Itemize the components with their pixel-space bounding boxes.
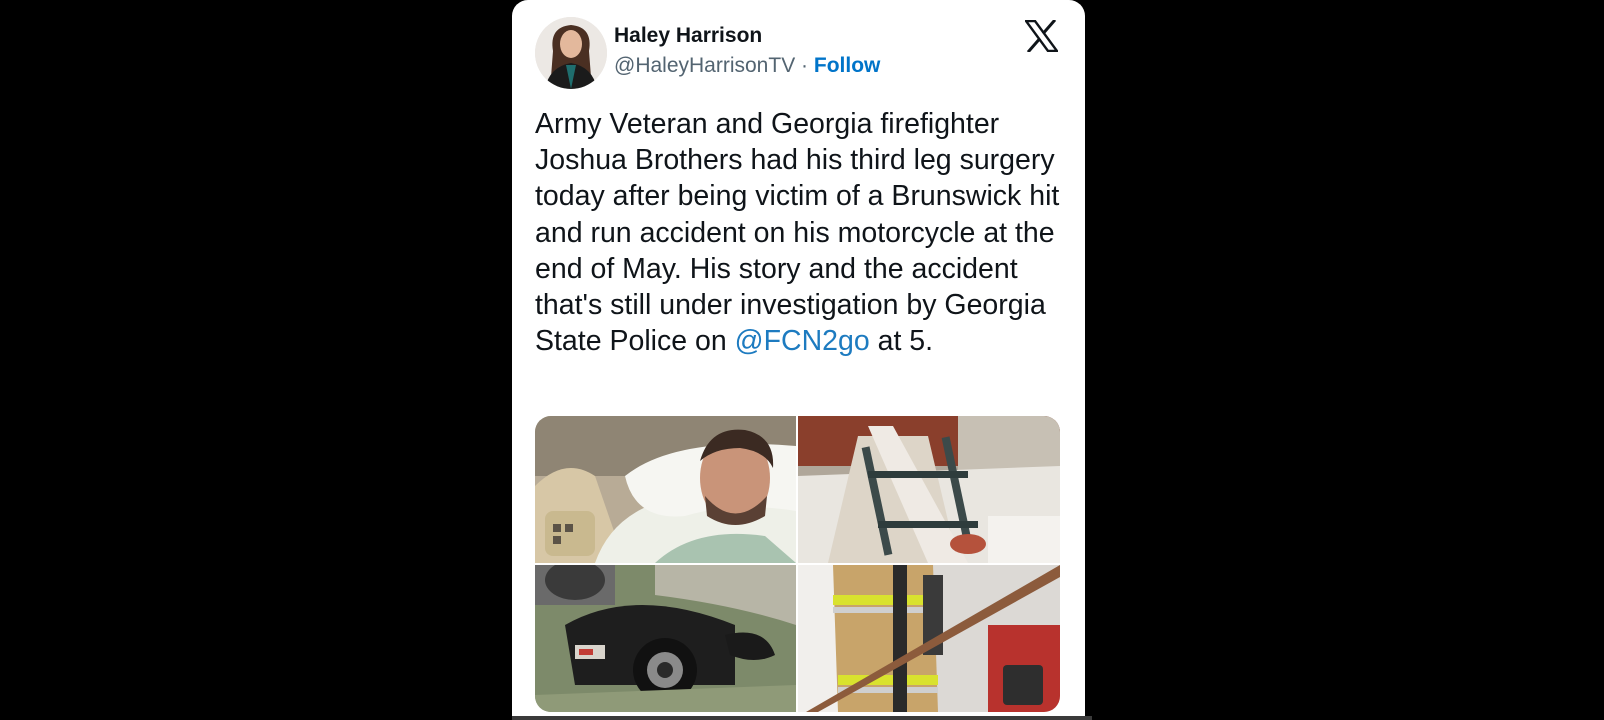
media-grid bbox=[535, 416, 1060, 712]
photo-motorcycle[interactable] bbox=[535, 565, 796, 712]
tweet-text-tail: at 5. bbox=[869, 325, 934, 358]
photo-leg-fixator[interactable] bbox=[798, 416, 1060, 563]
card-bottom-edge bbox=[512, 716, 1092, 720]
tweet-card: Haley Harrison @HaleyHarrisonTV · Follow… bbox=[512, 0, 1085, 720]
photo-firefighter[interactable] bbox=[798, 565, 1060, 712]
x-logo-icon[interactable] bbox=[1023, 18, 1060, 54]
author-name[interactable]: Haley Harrison bbox=[614, 24, 762, 48]
author-handle[interactable]: @HaleyHarrisonTV bbox=[614, 54, 795, 77]
author-meta: @HaleyHarrisonTV · Follow bbox=[614, 54, 880, 78]
photo-hospital-bed[interactable] bbox=[535, 416, 796, 563]
tweet-text-body: Army Veteran and Georgia firefighter Jos… bbox=[535, 108, 1060, 358]
avatar[interactable] bbox=[535, 17, 607, 89]
follow-button[interactable]: Follow bbox=[814, 54, 881, 77]
tweet-text: Army Veteran and Georgia firefighter Jos… bbox=[535, 106, 1070, 359]
separator-dot: · bbox=[801, 54, 809, 77]
mention-link[interactable]: @FCN2go bbox=[735, 325, 870, 357]
